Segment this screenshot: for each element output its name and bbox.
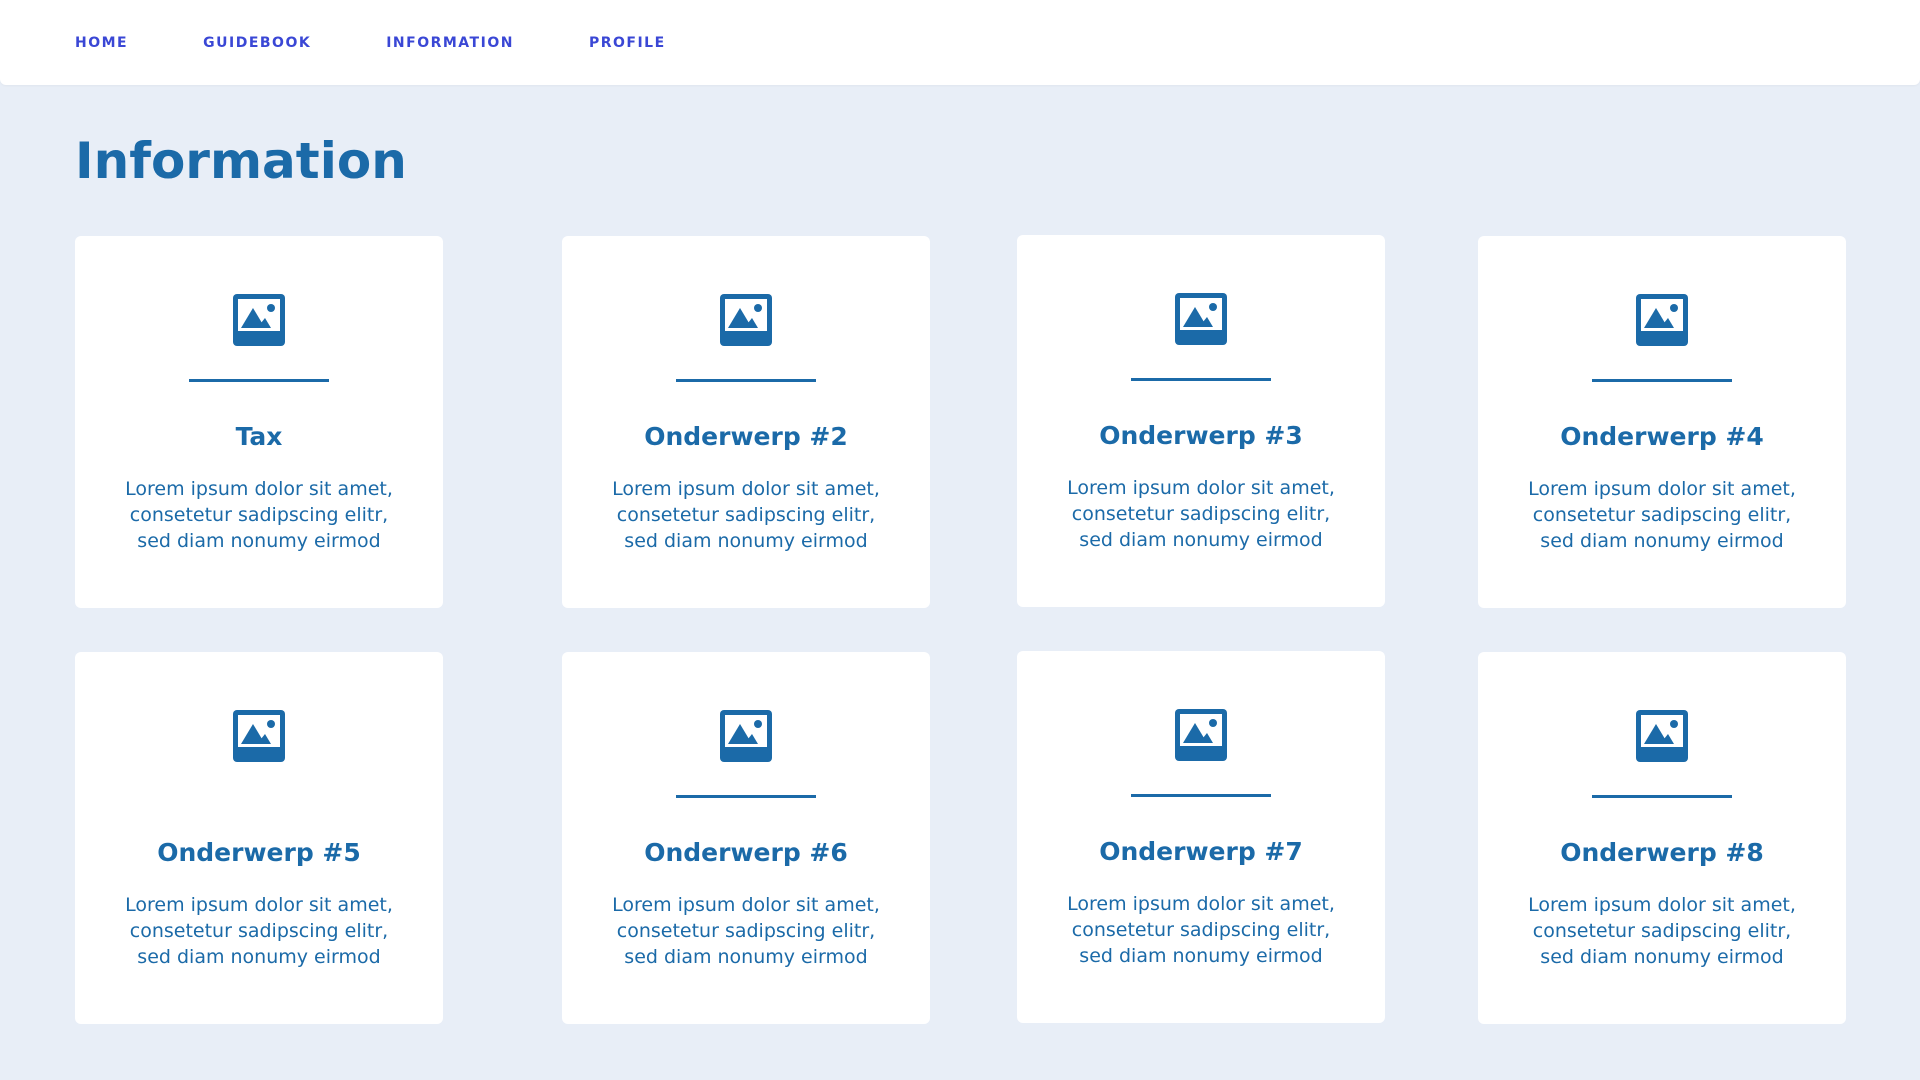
card-divider [1131,794,1271,797]
card-description-line: Lorem ipsum dolor sit amet, [125,894,393,916]
card-description-line: Lorem ipsum dolor sit amet, [125,478,393,500]
card-description-line: consetetur sadipscing elitr, [616,504,876,526]
card-description-line: consetetur sadipscing elitr, [129,920,389,942]
image-icon [720,710,772,762]
image-icon [233,710,285,762]
card-description-line: sed diam nonumy eirmod [1540,530,1784,552]
image-icon [1175,293,1227,345]
topic-card-onderwerp-6[interactable]: Onderwerp #6 Lorem ipsum dolor sit amet,… [562,652,930,1024]
topic-card-onderwerp-4[interactable]: Onderwerp #4 Lorem ipsum dolor sit amet,… [1478,236,1846,608]
nav-item-guidebook[interactable]: GUIDEBOOK [203,35,311,51]
card-description: Lorem ipsum dolor sit amet, consetetur s… [582,476,910,554]
card-title: Tax [235,422,283,451]
card-title: Onderwerp #4 [1560,422,1764,451]
card-description: Lorem ipsum dolor sit amet, consetetur s… [1037,891,1365,969]
image-icon [1175,709,1227,761]
image-icon [1636,710,1688,762]
topic-card-onderwerp-8[interactable]: Onderwerp #8 Lorem ipsum dolor sit amet,… [1478,652,1846,1024]
image-icon [720,294,772,346]
card-description: Lorem ipsum dolor sit amet, consetetur s… [1498,892,1826,970]
card-divider [676,795,816,798]
card-description: Lorem ipsum dolor sit amet, consetetur s… [95,476,423,554]
card-title: Onderwerp #5 [157,838,361,867]
card-divider [1131,378,1271,381]
topic-card-onderwerp-7[interactable]: Onderwerp #7 Lorem ipsum dolor sit amet,… [1017,651,1385,1023]
topic-card-onderwerp-2[interactable]: Onderwerp #2 Lorem ipsum dolor sit amet,… [562,236,930,608]
card-description-line: consetetur sadipscing elitr, [1071,919,1331,941]
card-description-line: sed diam nonumy eirmod [1079,529,1323,551]
topic-card-onderwerp-3[interactable]: Onderwerp #3 Lorem ipsum dolor sit amet,… [1017,235,1385,607]
card-divider [189,379,329,382]
card-description: Lorem ipsum dolor sit amet, consetetur s… [582,892,910,970]
nav-item-home[interactable]: HOME [75,35,128,51]
card-divider [676,379,816,382]
card-description-line: sed diam nonumy eirmod [624,946,868,968]
top-navigation-bar: HOME GUIDEBOOK INFORMATION PROFILE [0,0,1920,85]
page-title: Information [75,132,407,190]
topic-card-tax[interactable]: Tax Lorem ipsum dolor sit amet, consetet… [75,236,443,608]
card-description: Lorem ipsum dolor sit amet, consetetur s… [1037,475,1365,553]
image-icon [233,294,285,346]
card-title: Onderwerp #6 [644,838,848,867]
card-description-line: Lorem ipsum dolor sit amet, [612,894,880,916]
card-title: Onderwerp #8 [1560,838,1764,867]
card-description-line: sed diam nonumy eirmod [137,946,381,968]
card-description-line: sed diam nonumy eirmod [624,530,868,552]
card-description-line: Lorem ipsum dolor sit amet, [1528,894,1796,916]
image-icon [1636,294,1688,346]
nav-item-profile[interactable]: PROFILE [589,35,666,51]
card-title: Onderwerp #7 [1099,837,1303,866]
card-description-line: consetetur sadipscing elitr, [616,920,876,942]
card-description-line: sed diam nonumy eirmod [1540,946,1784,968]
card-description-line: Lorem ipsum dolor sit amet, [1067,477,1335,499]
card-description-line: Lorem ipsum dolor sit amet, [612,478,880,500]
nav-item-information[interactable]: INFORMATION [386,35,514,51]
topic-card-onderwerp-5[interactable]: Onderwerp #5 Lorem ipsum dolor sit amet,… [75,652,443,1024]
card-title: Onderwerp #2 [644,422,848,451]
card-title: Onderwerp #3 [1099,421,1303,450]
card-description-line: consetetur sadipscing elitr, [129,504,389,526]
card-description-line: sed diam nonumy eirmod [137,530,381,552]
main-nav: HOME GUIDEBOOK INFORMATION PROFILE [75,0,741,85]
card-description-line: Lorem ipsum dolor sit amet, [1528,478,1796,500]
card-description-line: sed diam nonumy eirmod [1079,945,1323,967]
card-description-line: consetetur sadipscing elitr, [1532,920,1792,942]
card-description: Lorem ipsum dolor sit amet, consetetur s… [1498,476,1826,554]
card-divider [1592,379,1732,382]
card-description-line: Lorem ipsum dolor sit amet, [1067,893,1335,915]
card-description-line: consetetur sadipscing elitr, [1071,503,1331,525]
card-description: Lorem ipsum dolor sit amet, consetetur s… [95,892,423,970]
card-description-line: consetetur sadipscing elitr, [1532,504,1792,526]
card-divider [1592,795,1732,798]
